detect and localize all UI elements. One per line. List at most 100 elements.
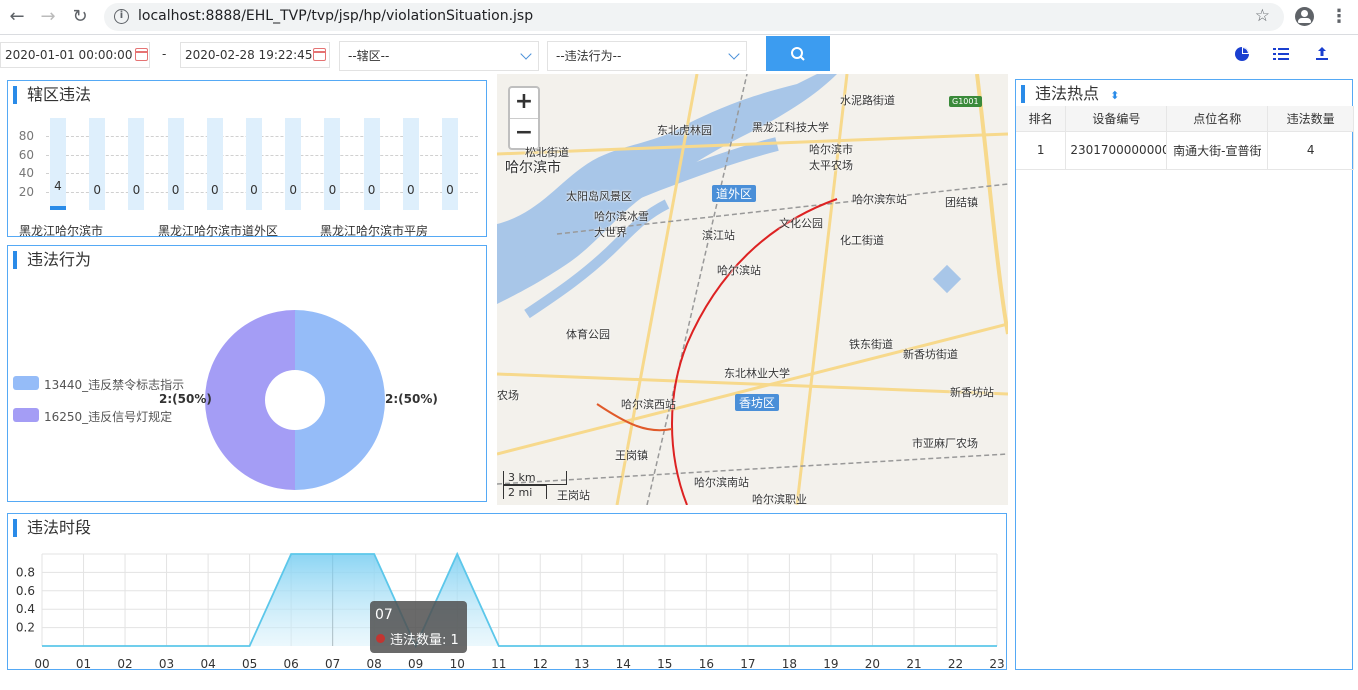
map-label: 太阳岛风景区 [566,190,632,203]
info-icon[interactable]: i [114,9,129,24]
x-label: 黑龙江哈尔滨市 [19,224,104,238]
y-tick-label: 0.2 [16,621,35,635]
scale-mi: 2 mi [503,485,547,499]
x-tick-label: 07 [325,657,340,670]
violation-behavior-panel: 违法行为 13440_违反禁令标志指示 16250_违反信号灯规定 2:(50%… [7,245,487,502]
map-scale: 3 km 2 mi [503,471,573,499]
district-select[interactable]: --辖区-- [339,41,539,71]
menu-kebab-icon[interactable]: ⋮ [1330,6,1348,27]
map-label: 哈尔滨南站 [694,476,749,489]
x-tick-label: 20 [865,657,880,670]
map-label: 哈尔滨职业 [752,493,807,505]
column-header[interactable]: 违法数量 [1267,106,1354,132]
bookmark-star-icon[interactable]: ☆ [1255,6,1270,26]
bar-value-label: 0 [367,183,376,197]
x-tick-label: 15 [657,657,672,670]
panel-title: 违法热点 ⬍ [1021,85,1119,103]
column-header[interactable]: 排名 [1016,106,1067,132]
x-tick-label: 09 [408,657,423,670]
profile-icon[interactable] [1295,7,1314,26]
slice-label: 2:(50%) [385,392,438,406]
series-line [42,551,997,649]
tooltip-text: 违法数量: 1 [390,633,459,648]
map-label: 黑龙江科技大学 [752,121,829,134]
y-tick-label: 40 [18,166,34,181]
x-tick-label: 16 [699,657,714,670]
table-cell: 南通大街-宣普街 [1166,131,1269,170]
sort-icon[interactable]: ⬍ [1110,89,1119,102]
y-tick-label: 0.8 [16,565,35,579]
map-label: 哈尔滨市 [505,160,561,176]
x-tick-label: 08 [367,657,382,670]
column-header[interactable]: 点位名称 [1166,106,1269,132]
x-tick-label: 21 [906,657,921,670]
table-cell: 23017000000001 [1065,131,1168,170]
panel-title-text: 违法热点 [1035,84,1100,103]
x-tick-label: 13 [574,657,589,670]
calendar-icon[interactable] [313,48,326,61]
back-icon[interactable]: ← [6,6,28,28]
donut-chart [205,310,385,490]
x-tick-label: 11 [491,657,506,670]
table-header: 排名 设备编号 点位名称 违法数量 [1016,106,1354,132]
map-label: 铁东街道 [849,338,893,351]
hotspot-panel: 违法热点 ⬍ 排名 设备编号 点位名称 违法数量 1 2301700000000… [1015,79,1354,670]
x-tick-label: 02 [117,657,132,670]
bar-background [50,118,66,210]
table-row[interactable]: 1 23017000000001 南通大街-宣普街 4 [1016,131,1354,170]
x-tick-label: 00 [34,657,49,670]
forward-icon[interactable]: → [37,6,59,28]
map-label: 哈尔滨冰雪大世界 [594,210,649,239]
export-icon[interactable] [1313,45,1331,63]
calendar-icon[interactable] [135,48,148,61]
search-button[interactable] [766,36,830,71]
column-header[interactable]: 设备编号 [1065,106,1168,132]
x-label: 黑龙江哈尔滨市道外区 [158,224,279,238]
end-time-input[interactable]: 2020-02-28 19:22:45 [180,42,330,68]
behavior-select-value: --违法行为-- [556,49,622,63]
behavior-select[interactable]: --违法行为-- [547,41,747,71]
pie-chart-icon[interactable] [1233,45,1251,63]
list-icon[interactable] [1272,45,1290,63]
legend-swatch [13,376,39,390]
start-time-value: 2020-01-01 00:00:00 [5,48,133,62]
zoom-in-button[interactable]: + [510,88,538,118]
district-label: 道外区 [712,185,757,202]
bar-value-label: 0 [406,183,415,197]
tooltip-hour: 07 [375,607,393,623]
y-tick-label: 80 [18,129,34,144]
pie-slice [205,310,295,490]
map-label: 新香坊街道 [903,348,958,361]
tooltip-dot [376,634,385,643]
x-tick-label: 03 [159,657,174,670]
district-label: 香坊区 [735,394,780,411]
reload-icon[interactable]: ↻ [69,6,91,28]
map-label: 东北林业大学 [724,367,790,380]
map-label: 滨江站 [702,229,735,242]
scale-km: 3 km [503,471,567,485]
x-tick-label: 06 [283,657,298,670]
table-cell: 1 [1016,131,1067,170]
bar[interactable] [50,206,66,210]
start-time-input[interactable]: 2020-01-01 00:00:00 [0,42,150,68]
address-bar[interactable]: i localhost:8888/EHL_TVP/tvp/jsp/hp/viol… [104,3,1284,31]
map-label: 体育公园 [566,328,610,341]
map-label: 文化公园 [779,217,823,230]
y-tick-label: 20 [18,184,34,199]
map-label: 哈尔滨东站 [852,193,907,206]
pie-slice [295,310,385,490]
panel-title: 辖区违法 [13,86,91,104]
legend-swatch [13,408,39,422]
legend-label: 16250_违反信号灯规定 [44,410,173,424]
panel-title: 违法时段 [13,519,91,537]
x-tick-label: 04 [200,657,215,670]
y-tick-label: 0.6 [16,584,35,598]
x-tick-label: 12 [533,657,548,670]
chevron-down-icon [728,48,740,60]
bar-value-label: 0 [328,183,337,197]
table-cell: 4 [1267,131,1354,170]
end-time-value: 2020-02-28 19:22:45 [185,48,313,62]
panel-title: 违法行为 [13,251,91,269]
highway-sign: G1001 [949,96,982,107]
map-view[interactable]: + − 水泥路街道 东北虎林园 黑龙江科技大学 松北街道 哈尔滨市 哈尔滨市太平… [497,74,1008,505]
